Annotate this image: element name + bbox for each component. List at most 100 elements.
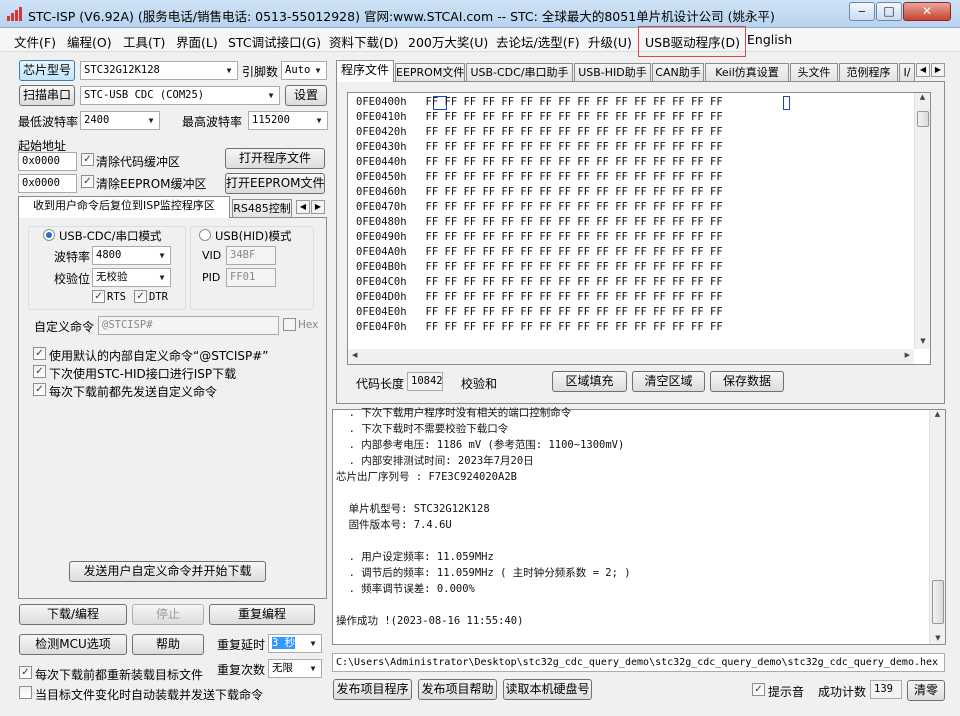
close-button[interactable]: ✕ xyxy=(903,2,951,21)
rts-checkbox[interactable]: ✓ xyxy=(92,290,105,303)
code-address-input[interactable]: 0x0000 xyxy=(18,152,77,171)
menu-upgrade[interactable]: 升级(U) xyxy=(588,32,632,51)
hex-bytes[interactable]: FF FF FF FF FF FF FF FF FF FF FF FF FF F… xyxy=(426,201,723,213)
hex-vertical-scrollbar[interactable]: ▲ ▼ xyxy=(914,93,930,349)
scan-port-button[interactable]: 扫描串口 xyxy=(19,85,75,106)
hex-horizontal-scrollbar[interactable]: ◀ ▶ xyxy=(348,349,914,364)
menu-interface[interactable]: 界面(L) xyxy=(176,32,218,51)
hid-next-checkbox[interactable]: ✓ xyxy=(33,365,46,378)
pid-input[interactable]: FF01 xyxy=(226,268,276,287)
hex-bytes[interactable]: FF FF FF FF FF FF FF FF FF FF FF FF FF F… xyxy=(426,96,723,108)
tab-rs485[interactable]: RS485控制 xyxy=(232,199,292,218)
repeat-delay-select[interactable]: 3 秒 ▼ xyxy=(268,634,322,653)
read-disk-id-button[interactable]: 读取本机硬盘号 xyxy=(503,679,592,700)
menu-debug[interactable]: STC调试接口(G) xyxy=(228,32,321,51)
menu-tools[interactable]: 工具(T) xyxy=(123,32,165,51)
hex-checkbox[interactable] xyxy=(283,318,296,331)
hex-bytes[interactable]: FF FF FF FF FF FF FF FF FF FF FF FF FF F… xyxy=(426,306,723,318)
default-command-checkbox[interactable]: ✓ xyxy=(33,347,46,360)
tab-can-assistant[interactable]: CAN助手 xyxy=(652,63,704,82)
hex-bytes[interactable]: FF FF FF FF FF FF FF FF FF FF FF FF FF F… xyxy=(426,126,723,138)
usb-cdc-radio[interactable] xyxy=(43,229,55,241)
log-scroll-thumb[interactable] xyxy=(932,580,944,624)
maximize-button[interactable]: □ xyxy=(876,2,902,21)
pins-select[interactable]: Auto ▼ xyxy=(281,61,327,80)
hex-bytes[interactable]: FF FF FF FF FF FF FF FF FF FF FF FF FF F… xyxy=(426,276,723,288)
hex-bytes[interactable]: FF FF FF FF FF FF FF FF FF FF FF FF FF F… xyxy=(426,156,723,168)
fill-area-button[interactable]: 区域填充 xyxy=(552,371,627,392)
repeat-program-button[interactable]: 重复编程 xyxy=(209,604,315,625)
scroll-down-icon[interactable]: ▼ xyxy=(915,337,931,345)
scroll-right-icon[interactable]: ▶ xyxy=(905,351,910,359)
baud-select[interactable]: 4800 ▼ xyxy=(92,246,171,265)
tab-cdc-assistant[interactable]: USB-CDC/串口助手 xyxy=(466,63,573,82)
tab-scroll-left-icon[interactable]: ◀ xyxy=(296,200,310,214)
hex-bytes[interactable]: FF FF FF FF FF FF FF FF FF FF FF FF FF F… xyxy=(426,141,723,153)
auto-load-checkbox[interactable] xyxy=(19,686,32,699)
clear-count-button[interactable]: 清零 xyxy=(907,680,945,701)
hex-bytes[interactable]: FF FF FF FF FF FF FF FF FF FF FF FF FF F… xyxy=(426,216,723,228)
tab-hid-assistant[interactable]: USB-HID助手 xyxy=(574,63,651,82)
hex-bytes[interactable]: FF FF FF FF FF FF FF FF FF FF FF FF FF F… xyxy=(426,291,723,303)
parity-select[interactable]: 无校验 ▼ xyxy=(92,268,171,287)
open-eeprom-button[interactable]: 打开EEPROM文件 xyxy=(225,173,325,194)
hex-bytes[interactable]: FF FF FF FF FF FF FF FF FF FF FF FF FF F… xyxy=(426,261,723,273)
clear-area-button[interactable]: 清空区域 xyxy=(632,371,705,392)
hex-bytes[interactable]: FF FF FF FF FF FF FF FF FF FF FF FF FF F… xyxy=(426,111,723,123)
tab-scroll-right-icon[interactable]: ▶ xyxy=(931,63,945,77)
send-before-download-checkbox[interactable]: ✓ xyxy=(33,383,46,396)
sound-checkbox[interactable]: ✓ xyxy=(752,683,765,696)
tab-program-file[interactable]: 程序文件 xyxy=(336,60,394,82)
hex-bytes[interactable]: FF FF FF FF FF FF FF FF FF FF FF FF FF F… xyxy=(426,171,723,183)
hex-bytes[interactable]: FF FF FF FF FF FF FF FF FF FF FF FF FF F… xyxy=(426,231,723,243)
clear-code-checkbox[interactable]: ✓ xyxy=(81,153,94,166)
scroll-left-icon[interactable]: ◀ xyxy=(352,351,357,359)
tab-scroll-right-icon[interactable]: ▶ xyxy=(311,200,325,214)
publish-program-button[interactable]: 发布项目程序 xyxy=(333,679,412,700)
dtr-checkbox[interactable]: ✓ xyxy=(134,290,147,303)
menu-english[interactable]: English xyxy=(747,32,792,47)
tab-examples[interactable]: 范例程序 xyxy=(839,63,898,82)
save-data-button[interactable]: 保存数据 xyxy=(710,371,784,392)
reload-checkbox[interactable]: ✓ xyxy=(19,666,32,679)
menu-program[interactable]: 编程(O) xyxy=(67,32,112,51)
eeprom-address-input[interactable]: 0x0000 xyxy=(18,174,77,193)
stop-button[interactable]: 停止 xyxy=(132,604,204,625)
hex-bytes[interactable]: FF FF FF FF FF FF FF FF FF FF FF FF FF F… xyxy=(426,321,723,333)
hex-scroll-thumb[interactable] xyxy=(917,111,929,127)
menu-downloads[interactable]: 资料下载(D) xyxy=(329,32,398,51)
minimize-button[interactable]: ‒ xyxy=(849,2,875,21)
send-command-download-button[interactable]: 发送用户自定义命令并开始下载 xyxy=(69,561,266,582)
max-baud-select[interactable]: 115200 ▼ xyxy=(248,111,328,130)
detect-mcu-button[interactable]: 检测MCU选项 xyxy=(19,634,127,655)
scroll-up-icon[interactable]: ▲ xyxy=(930,410,945,418)
log-vertical-scrollbar[interactable]: ▲ ▼ xyxy=(929,410,945,644)
settings-button[interactable]: 设置 xyxy=(285,85,327,106)
scroll-up-icon[interactable]: ▲ xyxy=(915,93,930,101)
open-program-button[interactable]: 打开程序文件 xyxy=(225,148,325,169)
download-program-button[interactable]: 下载/编程 xyxy=(19,604,127,625)
scroll-down-icon[interactable]: ▼ xyxy=(930,634,946,642)
repeat-count-select[interactable]: 无限 ▼ xyxy=(268,659,322,678)
port-select[interactable]: STC-USB CDC (COM25) ▼ xyxy=(80,86,280,105)
tab-io[interactable]: I/ xyxy=(899,63,915,82)
vid-input[interactable]: 34BF xyxy=(226,246,276,265)
menu-file[interactable]: 文件(F) xyxy=(14,32,56,51)
tab-eeprom-file[interactable]: EEPROM文件 xyxy=(395,63,465,82)
help-button[interactable]: 帮助 xyxy=(132,634,204,655)
hex-bytes[interactable]: FF FF FF FF FF FF FF FF FF FF FF FF FF F… xyxy=(426,246,723,258)
tab-keil-settings[interactable]: Keil仿真设置 xyxy=(705,63,789,82)
custom-command-input[interactable]: @STCISP# xyxy=(98,316,279,335)
clear-eeprom-checkbox[interactable]: ✓ xyxy=(81,175,94,188)
chip-model-select[interactable]: STC32G12K128 ▼ xyxy=(80,61,238,80)
menu-prize[interactable]: 200万大奖(U) xyxy=(408,32,488,51)
chip-model-button[interactable]: 芯片型号 xyxy=(19,60,75,81)
publish-help-button[interactable]: 发布项目帮助 xyxy=(418,679,497,700)
hex-bytes[interactable]: FF FF FF FF FF FF FF FF FF FF FF FF FF F… xyxy=(426,186,723,198)
menu-forum[interactable]: 去论坛/选型(F) xyxy=(496,32,580,51)
tab-scroll-left-icon[interactable]: ◀ xyxy=(916,63,930,77)
min-baud-select[interactable]: 2400 ▼ xyxy=(80,111,160,130)
tab-header-file[interactable]: 头文件 xyxy=(790,63,838,82)
tab-isp-reset[interactable]: 收到用户命令后复位到ISP监控程序区 xyxy=(18,196,230,218)
usb-hid-radio[interactable] xyxy=(199,229,211,241)
